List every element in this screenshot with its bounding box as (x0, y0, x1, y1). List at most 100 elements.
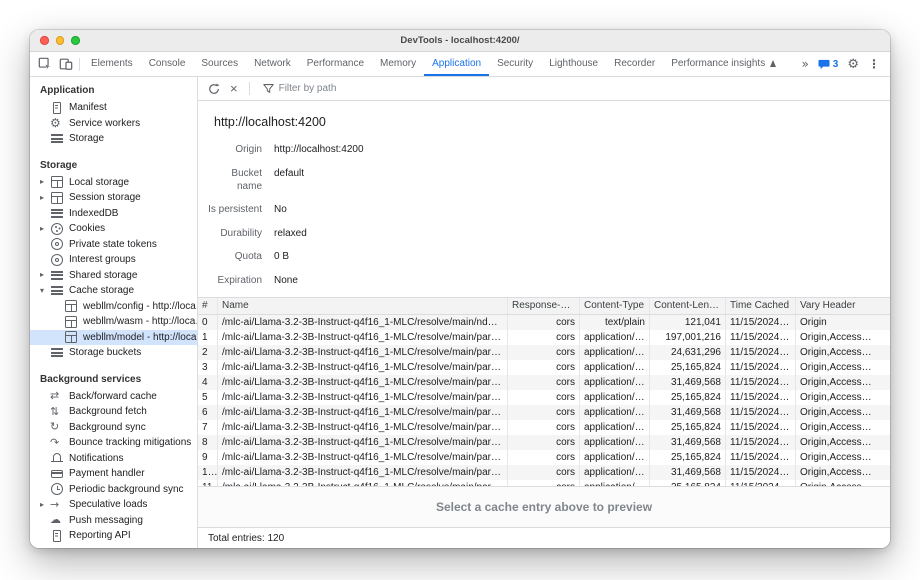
metadata-label: Quota (206, 250, 262, 263)
delete-selected-icon[interactable]: × (230, 82, 238, 95)
/mlc-ai/Llama-3.2-3B-Instruct-q4f16_1-MLC/resolve/main/params_s…[interactable]: 7 /mlc-ai/Llama-3.2-3B-Instruct-q4f16_1-… (198, 420, 890, 435)
column-header-time-cached[interactable]: Time Cached (726, 298, 796, 314)
/mlc-ai/Llama-3.2-3B-Instruct-q4f16_1-MLC/resolve/main/params_s…[interactable]: 9 /mlc-ai/Llama-3.2-3B-Instruct-q4f16_1-… (198, 450, 890, 465)
sidebar-item[interactable]: webllm/config - http://loca… (30, 299, 197, 315)
devtools-tab[interactable]: Lighthouse (541, 52, 606, 76)
sidebar-item[interactable]: Session storage (30, 190, 197, 206)
filter-by-path-input[interactable] (279, 83, 499, 94)
column-header-content-length[interactable]: Content-Length (650, 298, 726, 314)
bell-icon (51, 452, 63, 464)
cache-origin-title: http://localhost:4200 (214, 115, 874, 129)
disclosure-arrow-icon[interactable] (40, 271, 51, 279)
/mlc-ai/Llama-3.2-3B-Instruct-q4f16_1-MLC/resolve/main/params_s…[interactable]: 4 /mlc-ai/Llama-3.2-3B-Instruct-q4f16_1-… (198, 375, 890, 390)
zoom-window-button[interactable] (71, 36, 80, 45)
sidebar-item[interactable]: Cookies (30, 221, 197, 237)
devtools-tab[interactable]: Memory (372, 52, 424, 76)
sidebar-section-background-services: Background services Back/forward cache (30, 368, 197, 544)
bounce-icon (51, 437, 63, 449)
back-forward-icon (51, 390, 63, 402)
metadata-value: relaxed (274, 227, 307, 240)
disclosure-arrow-icon[interactable] (40, 178, 51, 186)
sidebar-item[interactable]: webllm/wasm - http://loca… (30, 314, 197, 330)
sidebar-item[interactable]: Notifications (30, 451, 197, 467)
column-header-content-type[interactable]: Content-Type (580, 298, 650, 314)
disclosure-arrow-icon[interactable] (40, 287, 51, 295)
close-window-button[interactable] (40, 36, 49, 45)
sidebar-item[interactable]: Reporting API (30, 528, 197, 544)
table-icon (65, 331, 77, 343)
devtools-tab[interactable]: Recorder (606, 52, 663, 76)
/mlc-ai/Llama-3.2-3B-Instruct-q4f16_1-MLC/resolve/main/params_s…[interactable]: 3 /mlc-ai/Llama-3.2-3B-Instruct-q4f16_1-… (198, 360, 890, 375)
inspect-element-icon[interactable] (34, 52, 55, 76)
sidebar-item[interactable]: Background sync (30, 420, 197, 436)
metadata-row: Is persistent No (206, 203, 874, 216)
devtools-tab[interactable]: Security (489, 52, 541, 76)
disclosure-arrow-icon[interactable] (40, 194, 51, 202)
metadata-row: Durability relaxed (206, 227, 874, 240)
disclosure-arrow-icon[interactable] (40, 225, 51, 233)
sidebar-item[interactable]: IndexedDB (30, 206, 197, 222)
sidebar-item[interactable]: Back/forward cache (30, 389, 197, 405)
sidebar-item[interactable]: Manifest (30, 100, 197, 116)
sidebar-item[interactable]: Periodic background sync (30, 482, 197, 498)
section-title[interactable]: Storage (30, 154, 197, 175)
speculative-icon (51, 499, 63, 511)
/mlc-ai/Llama-3.2-3B-Instruct-q4f16_1-MLC/resolve/main/params_s…[interactable]: 6 /mlc-ai/Llama-3.2-3B-Instruct-q4f16_1-… (198, 405, 890, 420)
document-icon (51, 530, 63, 542)
devtools-tab[interactable]: Console (141, 52, 194, 76)
minimize-window-button[interactable] (56, 36, 65, 45)
metadata-label: Is persistent (206, 203, 262, 216)
device-toolbar-icon[interactable] (55, 52, 76, 76)
sidebar-item[interactable]: Bounce tracking mitigations (30, 435, 197, 451)
sidebar-item[interactable]: Storage buckets (30, 345, 197, 361)
sidebar-item[interactable]: Interest groups (30, 252, 197, 268)
devtools-tab[interactable]: Application (424, 52, 489, 76)
cookie-icon (51, 223, 63, 235)
payment-icon (51, 468, 63, 480)
menu-dots-icon[interactable]: ⋮ (868, 58, 880, 70)
sidebar-item[interactable]: webllm/model - http://loca… (30, 330, 197, 346)
more-tabs-icon[interactable]: » (801, 58, 808, 70)
tabbar-right-controls: » 3 ⚙ ⋮ (795, 52, 890, 76)
window-title: DevTools - localhost:4200/ (400, 35, 519, 46)
sidebar-item[interactable]: Service workers (30, 116, 197, 132)
sidebar-item[interactable]: Local storage (30, 175, 197, 191)
column-header-vary-header[interactable]: Vary Header (796, 298, 890, 314)
sidebar-item[interactable]: Background fetch (30, 404, 197, 420)
console-messages-badge[interactable]: 3 (818, 59, 839, 70)
sidebar-item[interactable]: Speculative loads (30, 497, 197, 513)
refresh-icon[interactable] (206, 83, 222, 95)
column-header-response-type[interactable]: Response-Type (508, 298, 580, 314)
devtools-tab[interactable]: Performance insights (663, 52, 784, 76)
/mlc-ai/Llama-3.2-3B-Instruct-q4f16_1-MLC/resolve/main/params_s…[interactable]: 1 /mlc-ai/Llama-3.2-3B-Instruct-q4f16_1-… (198, 330, 890, 345)
/mlc-ai/Llama-3.2-3B-Instruct-q4f16_1-MLC/resolve/main/params_s…[interactable]: 5 /mlc-ai/Llama-3.2-3B-Instruct-q4f16_1-… (198, 390, 890, 405)
sidebar-item[interactable]: Shared storage (30, 268, 197, 284)
table-icon (65, 316, 77, 328)
metadata-label: Expiration (206, 274, 262, 287)
section-title[interactable]: Background services (30, 368, 197, 389)
service-worker-icon (51, 117, 63, 129)
cloud-icon (51, 514, 63, 526)
panel-tabs: Elements Console Sources Network (83, 52, 784, 76)
/mlc-ai/Llama-3.2-3B-Instruct-q4f16_1-MLC/resolve/main/params_s…[interactable]: 10 /mlc-ai/Llama-3.2-3B-Instruct-q4f16_1… (198, 465, 890, 480)
/mlc-ai/Llama-3.2-3B-Instruct-q4f16_1-MLC/resolve/main/params_s…[interactable]: 8 /mlc-ai/Llama-3.2-3B-Instruct-q4f16_1-… (198, 435, 890, 450)
sidebar-item[interactable]: Storage (30, 131, 197, 147)
sidebar-item[interactable]: Cache storage (30, 283, 197, 299)
devtools-tab[interactable]: Network (246, 52, 299, 76)
database-icon (51, 285, 63, 297)
column-header-name[interactable]: Name (218, 298, 508, 314)
settings-gear-icon[interactable]: ⚙ (847, 58, 859, 71)
sidebar-item[interactable]: Private state tokens (30, 237, 197, 253)
devtools-tab[interactable]: Sources (193, 52, 246, 76)
sync-icon (51, 421, 63, 433)
section-title[interactable]: Application (30, 79, 197, 100)
/mlc-ai/Llama-3.2-3B-Instruct-q4f16_1-MLC/resolve/main/params_s…[interactable]: 2 /mlc-ai/Llama-3.2-3B-Instruct-q4f16_1-… (198, 345, 890, 360)
/mlc-ai/Llama-3.2-3B-Instruct-q4f16_1-MLC/resolve/main/ndarray-c…[interactable]: 0 /mlc-ai/Llama-3.2-3B-Instruct-q4f16_1-… (198, 315, 890, 330)
metadata-label: Origin (206, 143, 262, 156)
sidebar-item[interactable]: Push messaging (30, 513, 197, 529)
devtools-tab[interactable]: Performance (299, 52, 372, 76)
sidebar-item[interactable]: Payment handler (30, 466, 197, 482)
total-entries-statusbar: Total entries: 120 (198, 527, 890, 548)
devtools-tab[interactable]: Elements (83, 52, 141, 76)
column-header-index[interactable]: # (198, 298, 218, 314)
